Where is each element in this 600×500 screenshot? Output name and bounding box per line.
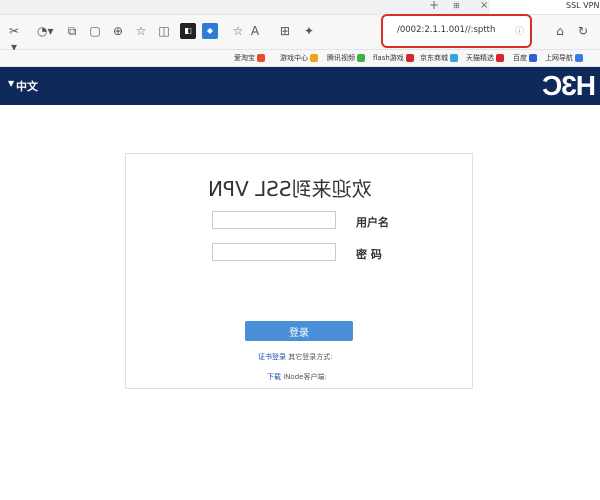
password-input[interactable] — [212, 243, 336, 261]
favorites-icon[interactable]: ☆ — [230, 23, 246, 39]
screenshot-icon[interactable]: ▢ — [87, 23, 103, 39]
bookmark-tencent-video[interactable]: 腾讯视频 — [327, 53, 365, 63]
download-icon[interactable]: ⊕ — [110, 23, 126, 39]
tab-close-icon[interactable]: × — [480, 0, 488, 11]
client-prefix: iNode客户端: — [283, 373, 327, 381]
home-icon[interactable]: ⌂ — [552, 23, 568, 39]
login-button[interactable]: 登录 — [245, 321, 353, 341]
address-bar[interactable]: ⓘ https://100.1.1.2:2000/ — [381, 14, 532, 48]
extension-dark-icon[interactable]: ◧ — [180, 23, 196, 39]
bookmark-game-center[interactable]: 游戏中心 — [280, 53, 318, 63]
language-selector[interactable]: 中文 — [16, 78, 38, 94]
pin-icon[interactable]: ✦ — [301, 23, 317, 39]
h3c-logo: H3C — [543, 70, 597, 101]
extension-blue-icon[interactable]: ◆ — [202, 23, 218, 39]
collections-icon[interactable]: ◫ — [156, 23, 172, 39]
browser-toolbar: ↻ ⌂ ⓘ https://100.1.1.2:2000/ ✦ ⊞ A ☆ ◆ … — [0, 14, 600, 54]
bookmark-jd[interactable]: 京东商城 — [420, 53, 458, 63]
page-title: 欢迎来到SSL VPN — [208, 177, 372, 201]
login-card: 欢迎来到SSL VPN 用户名 密 码 登录 证书登录 其它登录方式: 下载 i… — [125, 153, 473, 389]
bookmark-tmall[interactable]: 天猫精选 — [466, 53, 504, 63]
read-icon[interactable]: A — [247, 23, 263, 39]
bookmark-flash[interactable]: flash游戏 — [373, 53, 414, 63]
certificate-login-link[interactable]: 证书登录 — [258, 353, 286, 361]
tab-title: SSL VPN — [566, 1, 600, 10]
refresh-icon[interactable]: ↻ — [575, 23, 591, 39]
bookmark-icon[interactable]: ☆ — [133, 23, 149, 39]
language-caret-icon[interactable]: ▼ — [8, 79, 14, 88]
address-info-icon[interactable]: ⓘ — [515, 24, 524, 37]
tab-actions-icon[interactable]: ⊞ — [453, 1, 460, 10]
bookmarks-bar: 上网导航 百度 天猫精选 京东商城 flash游戏 腾讯视频 游戏中心 爱淘宝 — [0, 50, 600, 67]
client-download-hint: 下载 iNode客户端: — [267, 372, 327, 382]
username-input[interactable] — [212, 211, 336, 229]
username-label: 用户名 — [356, 216, 389, 229]
tab-icon[interactable]: ⧉ — [64, 23, 80, 39]
site-header: ▼ 中文 H3C — [0, 67, 600, 105]
address-url: https://100.1.1.2:2000/ — [397, 25, 496, 35]
bookmark-baidu[interactable]: 百度 — [513, 53, 537, 63]
settings-icon[interactable]: ✂▾ — [6, 23, 22, 54]
tab-strip: SSL VPN × ⊞ + — [0, 0, 600, 15]
other-login-hint: 证书登录 其它登录方式: — [258, 352, 333, 362]
client-download-link[interactable]: 下载 — [267, 373, 281, 381]
new-tab-icon[interactable]: + — [429, 0, 439, 12]
bookmark-nav[interactable]: 上网导航 — [545, 53, 583, 63]
history-icon[interactable]: ◔▾ — [37, 23, 54, 39]
password-label: 密 码 — [356, 248, 382, 261]
bookmark-taobao[interactable]: 爱淘宝 — [234, 53, 265, 63]
other-login-prefix: 其它登录方式: — [288, 353, 333, 361]
split-icon[interactable]: ⊞ — [277, 23, 293, 39]
